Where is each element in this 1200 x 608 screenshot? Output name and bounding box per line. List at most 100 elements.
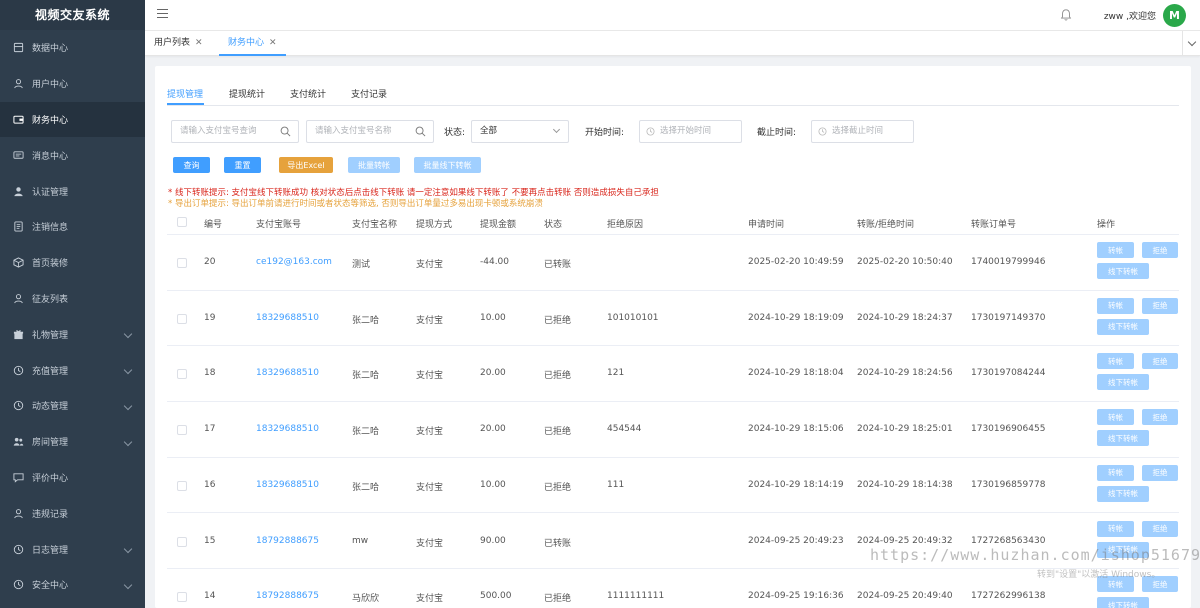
user-icon (13, 293, 24, 304)
row-checkbox[interactable] (177, 425, 187, 436)
sidebar-item[interactable]: 房间管理 (0, 424, 145, 460)
reject-button[interactable]: 拒绝 (1142, 520, 1178, 537)
tab-finance-center[interactable]: 财务中心 ✕ (219, 31, 286, 56)
transfer-button[interactable]: 转帐 (1097, 409, 1134, 426)
col-method: 提现方式 (416, 220, 453, 230)
sidebar-item-label: 礼物管理 (32, 330, 69, 341)
cell-amount: 10.00 (480, 312, 506, 323)
offline-transfer-button[interactable]: 线下转帐 (1097, 374, 1149, 391)
wallet-icon (13, 114, 24, 125)
cell-apply-time: 2024-10-29 18:18:04 (748, 368, 844, 379)
offline-transfer-button[interactable]: 线下转帐 (1097, 263, 1149, 279)
transfer-button[interactable]: 转帐 (1097, 353, 1134, 370)
batch-offline-transfer-button[interactable]: 批量线下转帐 (414, 157, 481, 173)
transfer-button[interactable]: 转帐 (1097, 242, 1134, 258)
tab-withdraw-manage[interactable]: 提现管理 (167, 87, 203, 100)
cell-reason: 1111111111 (607, 591, 665, 602)
export-excel-button[interactable]: 导出Excel (279, 157, 333, 173)
reject-button[interactable]: 拒绝 (1142, 353, 1178, 370)
row-checkbox[interactable] (177, 536, 187, 547)
cell-reason: 101010101 (607, 312, 659, 323)
select-all-checkbox[interactable] (177, 217, 187, 227)
row-checkbox[interactable] (177, 592, 187, 603)
cell-id: 20 (204, 257, 216, 267)
sidebar-item[interactable]: 首页装修 (0, 245, 145, 281)
batch-transfer-button[interactable]: 批量转帐 (348, 157, 400, 173)
reject-button[interactable]: 拒绝 (1142, 297, 1178, 314)
account-search-input[interactable]: 请输入支付宝号查询 (171, 120, 299, 143)
start-time-picker[interactable]: 选择开始时间 (639, 120, 742, 143)
transfer-button[interactable]: 转帐 (1097, 297, 1134, 314)
cell-account[interactable]: 18329688510 (256, 368, 319, 378)
reject-button[interactable]: 拒绝 (1142, 464, 1178, 481)
transfer-button[interactable]: 转帐 (1097, 464, 1134, 481)
bell-icon[interactable] (1059, 8, 1073, 22)
offline-transfer-button[interactable]: 线下转帐 (1097, 318, 1149, 335)
search-icon[interactable] (415, 126, 426, 137)
sidebar-item[interactable]: 安全中心 (0, 567, 145, 603)
sidebar-item-label: 认证管理 (32, 187, 69, 198)
sidebar-item[interactable]: 动态管理 (0, 388, 145, 424)
cell-name: 张二哈 (352, 427, 380, 438)
offline-transfer-button[interactable]: 线下转帐 (1097, 597, 1149, 608)
reject-button[interactable]: 拒绝 (1142, 242, 1178, 258)
cell-account[interactable]: 18329688510 (256, 480, 319, 490)
cell-done-time: 2024-09-25 20:49:40 (857, 591, 953, 602)
row-checkbox[interactable] (177, 369, 187, 380)
cell-apply-time: 2024-09-25 19:16:36 (748, 591, 844, 602)
cell-reason: 454544 (607, 424, 642, 435)
cell-name: mw (352, 535, 369, 546)
sidebar-item[interactable]: 礼物管理 (0, 316, 145, 352)
reset-button[interactable]: 重置 (224, 157, 261, 173)
cell-account[interactable]: 18329688510 (256, 424, 319, 434)
close-icon[interactable]: ✕ (195, 38, 203, 48)
end-time-picker[interactable]: 选择截止时间 (811, 120, 914, 143)
tab-user-list[interactable]: 用户列表 ✕ (145, 31, 212, 56)
clock-icon (13, 365, 24, 376)
sidebar-item[interactable]: 评价中心 (0, 460, 145, 496)
sidebar-item[interactable]: 注销信息 (0, 209, 145, 245)
tab-pay-stats[interactable]: 支付统计 (290, 87, 326, 100)
row-checkbox[interactable] (177, 258, 187, 268)
cell-name: 测试 (352, 260, 371, 270)
cell-account[interactable]: ce192@163.com (256, 257, 332, 267)
sidebar-item[interactable]: 认证管理 (0, 173, 145, 209)
close-icon[interactable]: ✕ (269, 38, 277, 48)
status-label: 状态: (444, 128, 466, 138)
cell-account[interactable]: 18792888675 (256, 591, 319, 601)
sidebar-item[interactable]: 征友列表 (0, 281, 145, 317)
row-checkbox[interactable] (177, 480, 187, 491)
name-search-input[interactable]: 请输入支付宝号名称 (306, 120, 434, 143)
menu-toggle-icon[interactable] (157, 9, 168, 19)
start-time-label: 开始时间: (585, 128, 625, 138)
table-row: 19 18329688510 张二哈 支付宝 10.00 已拒绝 101010101 2024… (167, 291, 1179, 347)
row-checkbox[interactable] (177, 313, 187, 324)
col-account: 支付宝账号 (256, 220, 302, 230)
cell-account[interactable]: 18329688510 (256, 313, 319, 323)
sidebar-item[interactable]: 数据中心 (0, 30, 145, 66)
sidebar-item[interactable]: 财务中心 (0, 101, 145, 138)
status-select[interactable]: 全部 (471, 120, 569, 143)
offline-transfer-button[interactable]: 线下转帐 (1097, 485, 1149, 502)
transfer-button[interactable]: 转帐 (1097, 520, 1134, 537)
col-id: 编号 (204, 220, 223, 230)
tabs-dropdown-icon[interactable] (1182, 31, 1200, 56)
cell-order-no: 1727262996138 (971, 591, 1046, 602)
sidebar-item[interactable]: 消息中心 (0, 137, 145, 173)
sidebar-item[interactable]: 充值管理 (0, 352, 145, 388)
sidebar-item[interactable]: 日志管理 (0, 531, 145, 567)
tab-pay-records[interactable]: 支付记录 (351, 87, 387, 100)
sidebar-item[interactable]: 用户中心 (0, 66, 145, 102)
sidebar-menu: 数据中心 用户中心 财务中心 消息中心认证管理注销信息 首页装修 征友列表礼物管理充值管理… (0, 30, 145, 603)
sidebar-item[interactable]: 违规记录 (0, 495, 145, 531)
cell-reason: 111 (607, 479, 625, 490)
avatar[interactable]: M (1163, 4, 1186, 27)
cell-account[interactable]: 18792888675 (256, 536, 319, 546)
chat-icon (13, 472, 24, 483)
reject-button[interactable]: 拒绝 (1142, 409, 1178, 426)
offline-transfer-button[interactable]: 线下转帐 (1097, 430, 1149, 447)
query-button[interactable]: 查询 (173, 157, 210, 173)
search-icon[interactable] (280, 126, 291, 137)
cell-order-no: 1730197149370 (971, 312, 1046, 323)
tab-withdraw-stats[interactable]: 提现统计 (229, 87, 265, 100)
